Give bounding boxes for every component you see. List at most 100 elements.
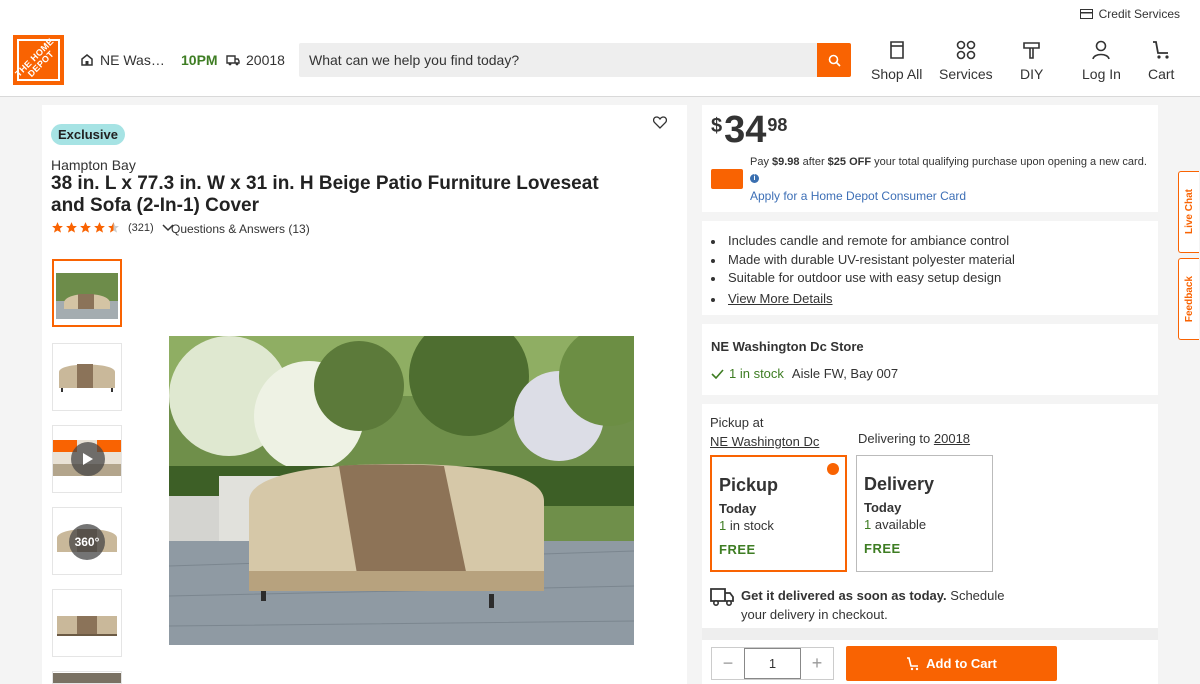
delivery-when: Today bbox=[864, 500, 902, 515]
product-thumbnail-image bbox=[53, 673, 121, 683]
increase-quantity-button[interactable]: + bbox=[801, 648, 833, 679]
card-promo-text: Pay $9.98 after $25 OFF your total quali… bbox=[750, 156, 1147, 168]
star-icon bbox=[94, 222, 105, 233]
product-thumbnail-image bbox=[59, 364, 115, 392]
add-to-cart-label: Add to Cart bbox=[926, 656, 997, 671]
promo-amount: $9.98 bbox=[772, 156, 800, 168]
credit-services-label: Credit Services bbox=[1098, 7, 1180, 21]
delivery-stock: 1 available bbox=[864, 517, 992, 532]
nav-shop-all[interactable]: Shop All bbox=[871, 40, 922, 82]
decrease-quantity-button[interactable]: − bbox=[712, 648, 744, 679]
search-button[interactable] bbox=[817, 43, 851, 77]
thumbnail-360[interactable]: 360° bbox=[52, 507, 122, 575]
nav-log-in-label: Log In bbox=[1082, 66, 1121, 82]
search-input[interactable] bbox=[299, 43, 817, 77]
thumbnail-6[interactable] bbox=[52, 671, 122, 684]
delivery-zip-selector[interactable]: 20018 bbox=[226, 52, 285, 68]
store-name: NE Washington Dc bbox=[100, 52, 167, 68]
promo-off: $25 OFF bbox=[827, 156, 872, 168]
view-more-details-link[interactable]: View More Details bbox=[711, 290, 1015, 309]
product-thumbnail-image bbox=[54, 261, 120, 325]
store-selector[interactable]: NE Washington Dc 10PM bbox=[80, 52, 218, 68]
star-icon bbox=[80, 222, 91, 233]
shop-all-icon bbox=[889, 41, 904, 59]
credit-services-link[interactable]: Credit Services bbox=[1079, 7, 1180, 21]
price-cents: 98 bbox=[767, 115, 788, 135]
diy-icon bbox=[1022, 42, 1040, 59]
product-title: 38 in. L x 77.3 in. W x 31 in. H Beige P… bbox=[51, 173, 599, 216]
thumbnail-1[interactable] bbox=[52, 259, 122, 327]
nav-diy[interactable]: DIY bbox=[1020, 40, 1043, 82]
rating-stars bbox=[51, 221, 120, 234]
home-depot-logo[interactable]: THE HOME DEPOT bbox=[13, 35, 64, 85]
rotate-360-label: 360° bbox=[74, 535, 100, 549]
product-highlights: Includes candle and remote for ambiance … bbox=[711, 232, 1015, 309]
aisle-location: Aisle FW, Bay 007 bbox=[791, 366, 899, 381]
quantity-input[interactable] bbox=[744, 648, 801, 679]
exclusive-badge: Exclusive bbox=[51, 124, 125, 145]
highlight-item: Made with durable UV-resistant polyester… bbox=[711, 251, 1015, 270]
thumbnail-5[interactable] bbox=[52, 589, 122, 657]
price-dollars: 34 bbox=[724, 109, 767, 151]
store-availability-title: NE Washington Dc Store bbox=[711, 339, 864, 354]
delivery-location: Delivering to 20018 bbox=[858, 431, 970, 446]
nav-services-label: Services bbox=[939, 66, 993, 82]
search-icon bbox=[828, 54, 841, 67]
delivery-truck-icon bbox=[710, 588, 734, 607]
pickup-store-link[interactable]: NE Washington Dc bbox=[710, 432, 819, 451]
star-half-icon bbox=[108, 222, 119, 233]
pickup-stock: 1 in stock bbox=[719, 518, 845, 533]
store-icon bbox=[81, 54, 93, 66]
nav-log-in[interactable]: Log In bbox=[1082, 40, 1121, 82]
product-brand[interactable]: Hampton Bay bbox=[51, 157, 136, 173]
delivery-option[interactable]: Delivery Today 1 available FREE bbox=[856, 455, 993, 572]
services-icon bbox=[956, 40, 976, 60]
pickup-at-label: Pickup at bbox=[710, 415, 764, 430]
cart-icon bbox=[1153, 41, 1169, 59]
divider bbox=[702, 628, 1158, 640]
questions-answers-link[interactable]: Questions & Answers (13) bbox=[171, 222, 310, 236]
add-to-cart-button[interactable]: Add to Cart bbox=[846, 646, 1057, 681]
delivery-qty-text: available bbox=[871, 517, 927, 532]
star-icon bbox=[52, 222, 63, 233]
info-icon[interactable]: i bbox=[750, 174, 759, 183]
star-icon bbox=[66, 222, 77, 233]
user-icon bbox=[1092, 40, 1111, 60]
live-chat-label: Live Chat bbox=[1183, 189, 1195, 235]
heart-icon[interactable] bbox=[653, 116, 667, 129]
delivery-msg-bold: Get it delivered as soon as today. bbox=[741, 588, 947, 603]
main-product-image[interactable] bbox=[169, 336, 634, 645]
feedback-label: Feedback bbox=[1183, 275, 1195, 323]
patio-sofa-cover-photo bbox=[169, 336, 634, 645]
thumbnail-video[interactable] bbox=[52, 425, 122, 493]
pickup-option[interactable]: Pickup Today 1 in stock FREE bbox=[710, 455, 847, 572]
pickup-title: Pickup bbox=[719, 475, 779, 495]
selected-check-icon bbox=[827, 463, 839, 475]
nav-services[interactable]: Services bbox=[939, 40, 993, 82]
live-chat-tab[interactable]: Live Chat bbox=[1178, 171, 1199, 253]
stock-count: 1 in stock bbox=[729, 366, 784, 381]
store-stock-status: 1 in stock Aisle FW, Bay 007 bbox=[711, 366, 898, 381]
zip-code: 20018 bbox=[246, 52, 285, 68]
product-rating[interactable]: (321) bbox=[51, 221, 174, 234]
review-count: (321) bbox=[128, 221, 154, 234]
store-hours: 10PM bbox=[181, 52, 218, 68]
thumbnail-2[interactable] bbox=[52, 343, 122, 411]
nav-cart-label: Cart bbox=[1148, 66, 1175, 82]
search-bar bbox=[299, 43, 851, 77]
nav-cart[interactable]: Cart bbox=[1148, 40, 1174, 82]
truck-icon bbox=[226, 54, 240, 65]
delivering-to-label: Delivering to bbox=[858, 431, 934, 446]
feedback-tab[interactable]: Feedback bbox=[1178, 258, 1199, 340]
checkmark-icon bbox=[711, 368, 724, 379]
delivery-zip-link[interactable]: 20018 bbox=[934, 431, 970, 446]
pickup-when: Today bbox=[719, 501, 757, 516]
product-thumbnail-image bbox=[57, 616, 117, 636]
apply-card-link[interactable]: Apply for a Home Depot Consumer Card bbox=[750, 189, 966, 203]
store-card bbox=[702, 324, 1158, 395]
delivery-message: Get it delivered as soon as today. Sched… bbox=[741, 586, 1006, 624]
site-header: THE HOME DEPOT Credit Services NE Washin… bbox=[0, 0, 1200, 97]
price-currency: $ bbox=[711, 115, 723, 137]
credit-card-icon bbox=[1079, 9, 1093, 19]
rotate-360-icon: 360° bbox=[69, 524, 105, 560]
